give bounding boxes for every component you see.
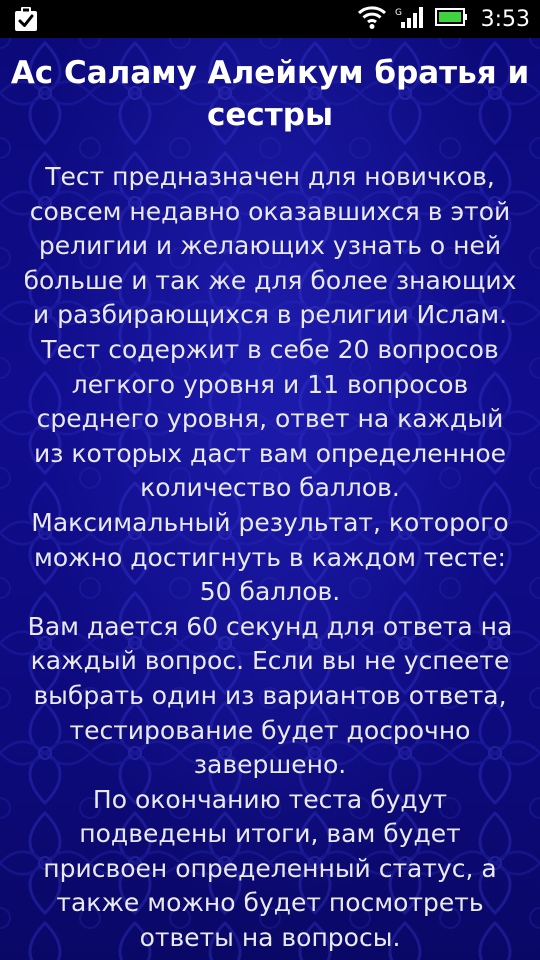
status-bar: G 3:53	[0, 0, 540, 38]
battery-icon	[434, 6, 469, 32]
paragraph-time-limit: Вам дается 60 секунд для ответа на кажды…	[27, 611, 513, 780]
status-indicators: G 3:53	[357, 0, 530, 38]
paragraph-intro: Тест предназначен для новичков, совсем н…	[23, 162, 517, 330]
description-text: Тест предназначен для новичков, совсем н…	[6, 160, 534, 956]
paragraph-questions: Тест содержит в себе 20 вопросов легкого…	[33, 334, 507, 503]
status-time: 3:53	[480, 6, 530, 32]
signal-icon: G	[395, 4, 427, 34]
wifi-icon	[357, 4, 387, 34]
main-content[interactable]: Ас Саламу Алейкум братья и сестры Тест п…	[0, 38, 540, 960]
task-check-icon	[12, 5, 40, 33]
page-title: Ас Саламу Алейкум братья и сестры	[10, 55, 530, 133]
paragraph-max-score: Максимальный результат, которого можно д…	[31, 507, 509, 607]
app-screen: G 3:53 Ас Саламу Алейкум братья и сестры…	[0, 0, 540, 960]
svg-text:G: G	[395, 8, 402, 18]
paragraph-results: По окончанию теста будут подведены итоги…	[43, 784, 497, 953]
